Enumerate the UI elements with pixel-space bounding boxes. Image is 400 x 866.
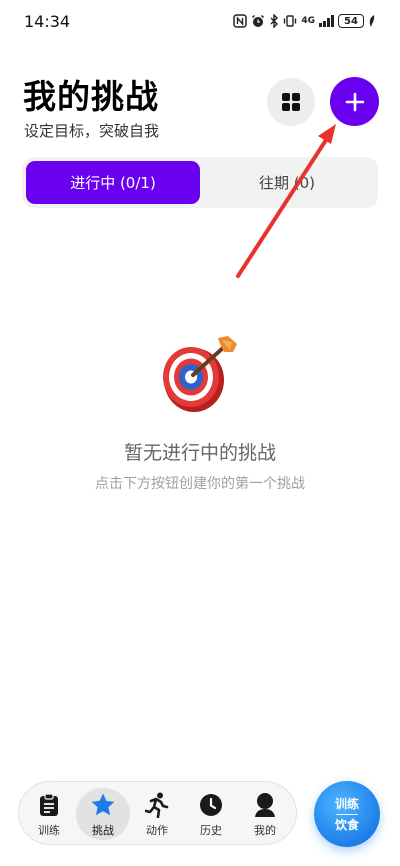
nav-label-training: 训练 bbox=[38, 824, 60, 837]
nav-label-history: 历史 bbox=[200, 824, 222, 837]
nav-label-exercises: 动作 bbox=[146, 824, 168, 837]
status-bar: 14:34 4G 54 bbox=[0, 0, 400, 44]
training-diet-switch-button[interactable]: 训练 饮食 bbox=[314, 781, 380, 847]
alarm-icon bbox=[252, 14, 265, 27]
tab-past[interactable]: 往期 (0) bbox=[200, 161, 374, 204]
clipboard-icon bbox=[36, 792, 62, 818]
star-icon bbox=[90, 792, 116, 818]
network-type: 4G bbox=[301, 16, 315, 26]
page-subtitle: 设定目标，突破自我 bbox=[24, 122, 160, 140]
switch-label-diet: 饮食 bbox=[334, 817, 359, 832]
bullseye-target-icon bbox=[163, 336, 237, 412]
switch-label-training: 训练 bbox=[334, 796, 359, 811]
nav-label-profile: 我的 bbox=[254, 824, 276, 837]
nav-item-training[interactable]: 训练 bbox=[22, 788, 76, 840]
grid-icon bbox=[282, 93, 300, 111]
nav-item-profile[interactable]: 我的 bbox=[238, 788, 292, 840]
battery-indicator: 54 bbox=[338, 14, 364, 28]
clock-icon bbox=[198, 792, 224, 818]
switch-divider bbox=[336, 813, 358, 815]
page-title: 我的挑战 bbox=[23, 77, 159, 116]
signal-icon bbox=[319, 15, 334, 27]
nfc-icon bbox=[233, 14, 248, 28]
nav-item-challenge[interactable]: 挑战 bbox=[76, 788, 130, 840]
status-icons: 4G 54 bbox=[233, 12, 376, 30]
empty-state-description: 点击下方按钮创建你的第一个挑战 bbox=[95, 476, 305, 492]
user-icon bbox=[252, 792, 278, 818]
nav-item-exercises[interactable]: 动作 bbox=[130, 788, 184, 840]
tab-in-progress[interactable]: 进行中 (0/1) bbox=[26, 161, 200, 204]
vibrate-icon bbox=[284, 15, 297, 27]
leaf-icon bbox=[369, 15, 375, 27]
running-icon bbox=[144, 792, 170, 818]
challenge-tabs: 进行中 (0/1) 往期 (0) bbox=[22, 157, 378, 208]
status-time: 14:34 bbox=[24, 12, 71, 31]
bottom-nav: 训练 挑战 动作 历史 我的 bbox=[18, 781, 297, 845]
empty-state-title: 暂无进行中的挑战 bbox=[123, 442, 276, 464]
grid-view-button[interactable] bbox=[267, 78, 315, 126]
nav-label-challenge: 挑战 bbox=[92, 824, 114, 837]
nav-item-history[interactable]: 历史 bbox=[184, 788, 238, 840]
add-challenge-button[interactable] bbox=[330, 77, 379, 126]
plus-icon bbox=[345, 92, 364, 111]
bluetooth-icon bbox=[270, 14, 279, 28]
